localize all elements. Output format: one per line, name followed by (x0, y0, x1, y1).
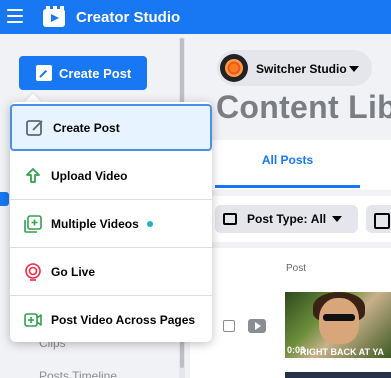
post-type-filter[interactable]: Post Type: All (215, 205, 358, 233)
menu-item-go-live[interactable]: Go Live (10, 249, 212, 296)
row-checkbox[interactable] (223, 320, 235, 332)
post-type-value: All (310, 212, 327, 226)
creator-studio-logo-icon (43, 6, 65, 27)
menu-item-label: Upload Video (51, 169, 128, 183)
menu-item-multiple-videos[interactable]: Multiple Videos (10, 201, 212, 248)
video-icon (248, 319, 266, 333)
menu-item-post-video-across-pages[interactable]: Post Video Across Pages (10, 296, 212, 343)
sidebar-item-posts-timeline[interactable]: Posts Timeline (39, 369, 117, 378)
chevron-down-icon (349, 66, 359, 72)
hamburger-menu-icon[interactable] (7, 9, 23, 23)
edit-icon (36, 65, 52, 81)
menu-item-label: Go Live (51, 265, 96, 279)
menu-item-label: Create Post (53, 120, 120, 135)
top-bar: Creator Studio (0, 0, 391, 34)
menu-item-create-post[interactable]: Create Post (10, 104, 212, 151)
menu-item-label: Multiple Videos (51, 217, 139, 231)
create-post-button[interactable]: Create Post (19, 56, 147, 90)
new-indicator-dot (146, 221, 153, 227)
post-type-label: Post Type: (247, 212, 308, 226)
menu-item-label: Post Video Across Pages (51, 312, 196, 327)
sidebar-indicator (0, 192, 9, 206)
column-header-post: Post (286, 263, 307, 274)
page-name: Switcher Studio (256, 62, 347, 76)
active-tab-indicator (215, 185, 360, 188)
page-title: Content Lib (216, 89, 391, 125)
tab-all-posts[interactable]: All Posts (215, 153, 360, 167)
create-post-button-label: Create Post (59, 65, 132, 81)
live-icon (25, 263, 41, 281)
multiple-videos-icon (24, 215, 42, 233)
edit-icon (26, 119, 43, 136)
filter-icon (223, 213, 237, 225)
date-filter-button[interactable] (366, 205, 391, 233)
video-caption: RIGHT BACK AT YA (300, 347, 385, 357)
menu-item-upload-video[interactable]: Upload Video (10, 153, 212, 200)
upload-icon (26, 168, 40, 183)
cross-post-icon (24, 312, 42, 327)
app-title: Creator Studio (76, 9, 181, 26)
page-avatar (220, 54, 248, 82)
video-thumbnail[interactable] (285, 372, 391, 378)
chevron-down-icon (332, 216, 343, 222)
